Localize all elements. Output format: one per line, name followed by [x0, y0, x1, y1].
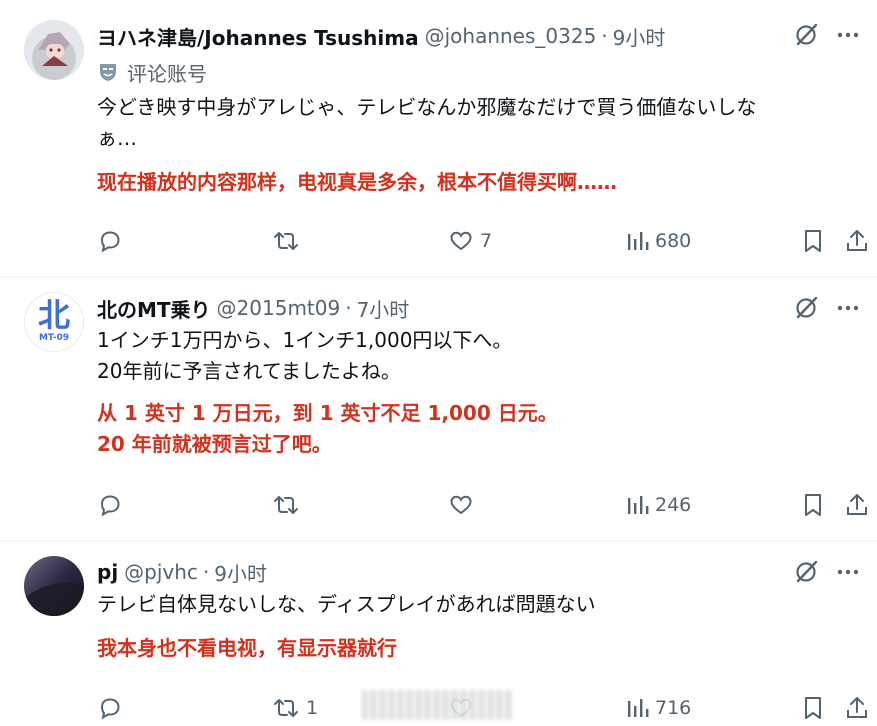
- reply-icon: [97, 492, 123, 518]
- translation-line: 20 年前就被预言过了吧。: [97, 432, 332, 456]
- translation-text: 现在播放的内容那样，电视真是多余，根本不值得买啊……: [97, 167, 857, 198]
- avatar-image: [24, 20, 84, 80]
- like-button[interactable]: [448, 490, 480, 520]
- share-button[interactable]: [845, 226, 869, 256]
- like-count: 7: [480, 230, 493, 252]
- heart-icon: [448, 492, 474, 518]
- share-icon: [845, 492, 869, 518]
- tweet-text-line: テレビ自体見ないしな、ディスプレイがあれば問題ない: [97, 592, 596, 616]
- translation-line: 我本身也不看电视，有显示器就行: [97, 636, 397, 660]
- share-button[interactable]: [845, 490, 869, 520]
- tweet-2[interactable]: 北 MT-09 北のMT乗り @2015mt09 · 7小时 1インチ1万円から…: [0, 277, 877, 540]
- retweet-button[interactable]: [272, 490, 306, 520]
- avatar[interactable]: [24, 556, 84, 616]
- mask-icon: [97, 61, 127, 83]
- timestamp[interactable]: 9小时: [214, 558, 267, 587]
- views-icon: [625, 229, 649, 253]
- user-handle[interactable]: @pjvhc: [124, 560, 198, 584]
- views-icon: [625, 493, 649, 517]
- avatar[interactable]: 北 MT-09: [24, 292, 84, 352]
- tweet-header: 北のMT乗り @2015mt09 · 7小时: [97, 294, 409, 322]
- timestamp[interactable]: 9小时: [613, 22, 666, 51]
- bookmark-icon: [801, 228, 825, 254]
- avatar-logo-subtext: MT-09: [38, 333, 70, 343]
- tweet-text: テレビ自体見ないしな、ディスプレイがあれば問題ない: [97, 589, 857, 620]
- retweet-icon: [272, 228, 300, 254]
- tweet-header: ヨハネ津島/Johannes Tsushima @johannes_0325 ·…: [97, 22, 665, 50]
- bookmark-button[interactable]: [801, 490, 825, 520]
- views-icon: [625, 696, 649, 720]
- timestamp[interactable]: 7小时: [357, 294, 410, 323]
- badge-label: 评论账号: [127, 61, 207, 86]
- views-count: 680: [655, 230, 692, 252]
- grok-icon[interactable]: [793, 22, 819, 48]
- action-bar: 246: [97, 490, 877, 520]
- views-button[interactable]: 680: [625, 226, 691, 256]
- display-name[interactable]: 北のMT乗り: [97, 294, 211, 323]
- display-name[interactable]: pj: [97, 560, 118, 584]
- views-count: 716: [655, 697, 692, 719]
- bookmark-button[interactable]: [801, 693, 825, 723]
- share-icon: [845, 695, 869, 721]
- share-button[interactable]: [845, 693, 869, 723]
- reply-icon: [97, 695, 123, 721]
- account-badge: 评论账号: [97, 58, 207, 86]
- avatar-logo: 北: [37, 296, 70, 334]
- translation-line: 现在播放的内容那样，电视真是多余，根本不值得买啊……: [97, 170, 617, 194]
- display-name[interactable]: ヨハネ津島/Johannes Tsushima: [97, 22, 419, 51]
- more-icon[interactable]: [837, 561, 859, 583]
- tweet-text-line: 今どき映す中身がアレじゃ、テレビなんか邪魔なだけで買う価値ないしな: [97, 95, 757, 119]
- reply-icon: [97, 228, 123, 254]
- reply-button[interactable]: [97, 226, 123, 256]
- tweet-header: pj @pjvhc · 9小时: [97, 558, 267, 586]
- watermark-overlay: [362, 690, 512, 720]
- views-button[interactable]: 716: [625, 693, 691, 723]
- more-icon[interactable]: [837, 297, 859, 319]
- like-button[interactable]: 7: [448, 226, 492, 256]
- avatar[interactable]: [24, 20, 84, 80]
- bookmark-icon: [801, 492, 825, 518]
- separator-dot: ·: [345, 296, 352, 320]
- reply-button[interactable]: [97, 490, 123, 520]
- bookmark-button[interactable]: [801, 226, 825, 256]
- tweet-top-actions: [793, 559, 859, 585]
- retweet-icon: [272, 695, 300, 721]
- views-button[interactable]: 246: [625, 490, 691, 520]
- retweet-button[interactable]: [272, 226, 306, 256]
- retweet-icon: [272, 492, 300, 518]
- avatar-image: [24, 556, 84, 616]
- reply-button[interactable]: [97, 693, 123, 723]
- tweet-text: 今どき映す中身がアレじゃ、テレビなんか邪魔なだけで買う価値ないしな ぁ…: [97, 92, 857, 154]
- more-icon[interactable]: [837, 24, 859, 46]
- tweet-1[interactable]: ヨハネ津島/Johannes Tsushima @johannes_0325 ·…: [0, 0, 877, 276]
- tweet-top-actions: [793, 295, 859, 321]
- retweet-count: 1: [306, 697, 319, 719]
- grok-icon[interactable]: [793, 559, 819, 585]
- grok-icon[interactable]: [793, 295, 819, 321]
- tweet-text-line: 20年前に予言されてましたよね。: [97, 359, 401, 383]
- user-handle[interactable]: @johannes_0325: [425, 24, 597, 48]
- translation-line: 从 1 英寸 1 万日元，到 1 英寸不足 1,000 日元。: [97, 401, 558, 425]
- translation-text: 我本身也不看电视，有显示器就行: [97, 633, 857, 664]
- tweet-text-line: 1インチ1万円から、1インチ1,000円以下へ。: [97, 328, 513, 352]
- views-count: 246: [655, 494, 692, 516]
- tweet-top-actions: [793, 22, 859, 48]
- heart-icon: [448, 228, 474, 254]
- separator-dot: ·: [601, 24, 608, 48]
- share-icon: [845, 228, 869, 254]
- retweet-button[interactable]: 1: [272, 693, 318, 723]
- separator-dot: ·: [202, 560, 210, 584]
- tweet-text: 1インチ1万円から、1インチ1,000円以下へ。 20年前に予言されてましたよね…: [97, 325, 857, 387]
- bookmark-icon: [801, 695, 825, 721]
- action-bar: 7 680: [97, 226, 877, 256]
- tweet-text-line: ぁ…: [97, 126, 137, 150]
- translation-text: 从 1 英寸 1 万日元，到 1 英寸不足 1,000 日元。 20 年前就被预…: [97, 398, 857, 460]
- user-handle[interactable]: @2015mt09: [217, 296, 341, 320]
